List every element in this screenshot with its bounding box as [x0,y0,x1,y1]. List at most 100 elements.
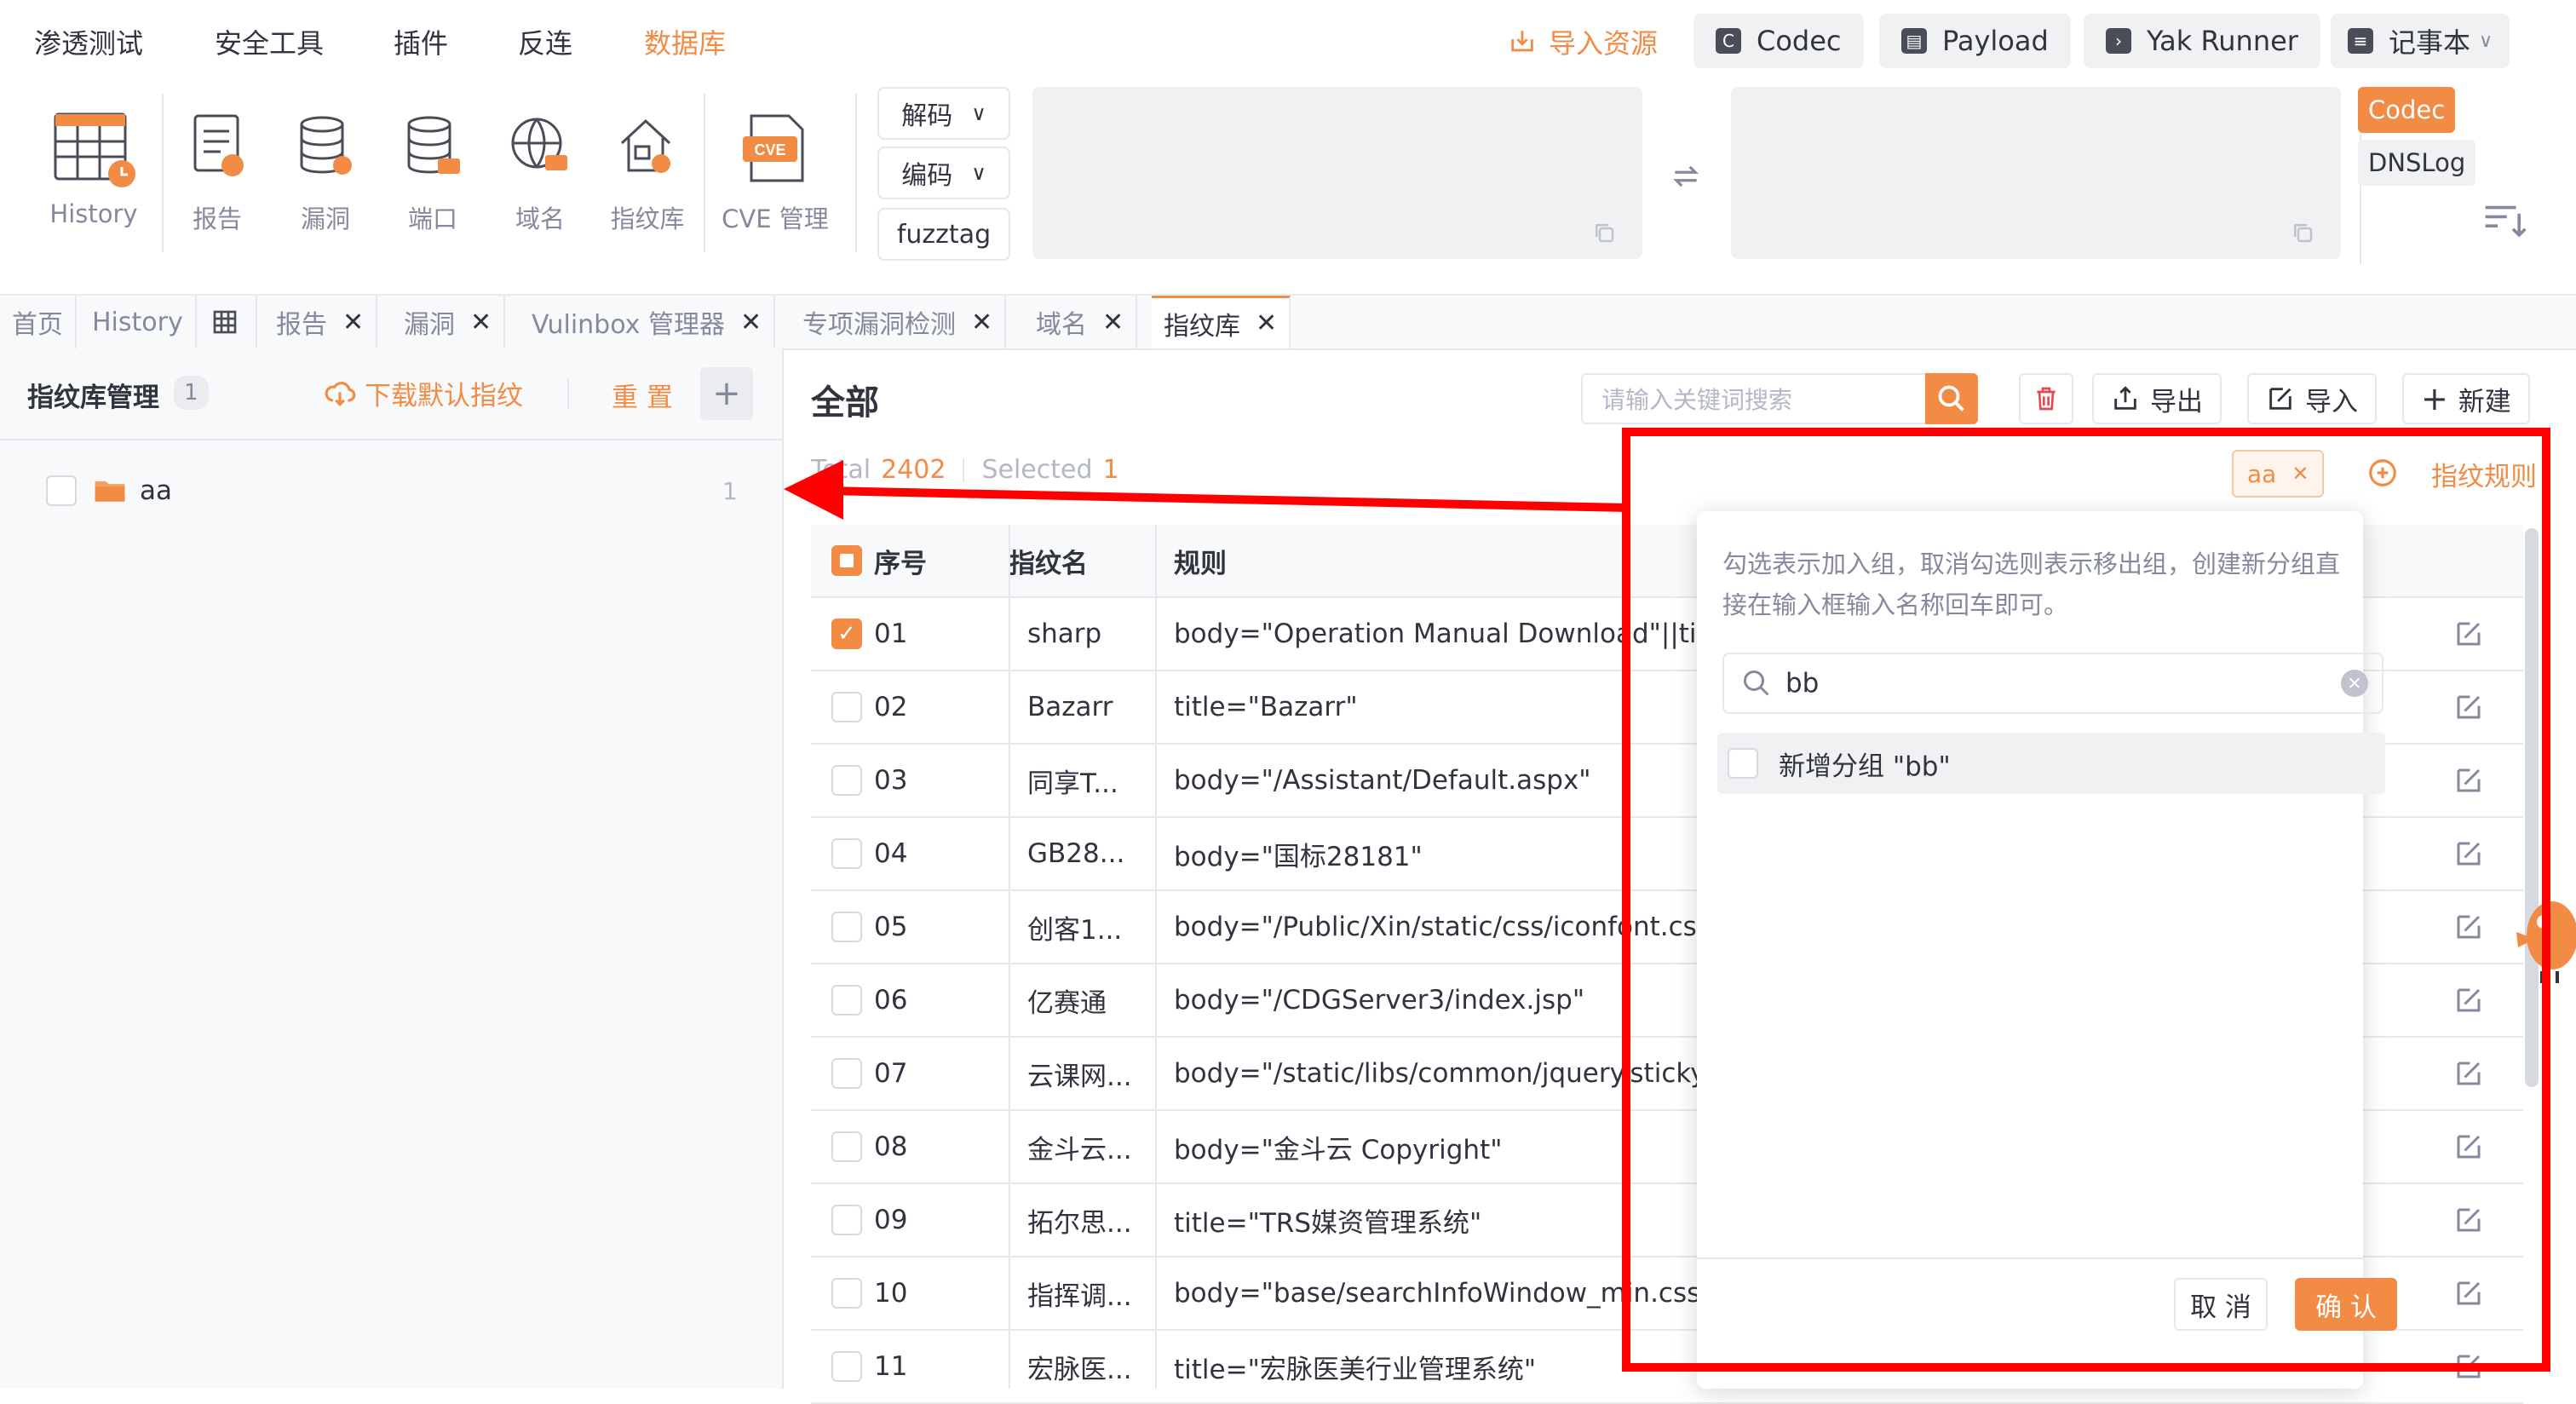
row-fingerprint-name: 创客1... [1027,914,1123,946]
tab-label: Vulinbox 管理器 [532,310,725,340]
globe-icon [511,118,567,170]
close-icon[interactable]: ✕ [740,308,762,337]
new-button[interactable]: + 新建 [2402,373,2530,424]
tool-cve[interactable]: CVE CVE 管理 [716,107,835,235]
codec-input-area[interactable] [1032,87,1642,259]
row-checkbox[interactable] [831,891,862,963]
group-name: aa [140,475,172,506]
column-divider [1009,525,1010,1389]
tab-history[interactable]: History [80,296,197,348]
close-icon[interactable]: ✕ [1256,308,1277,338]
tab-domain[interactable]: 域名 ✕ [1024,296,1138,348]
top-menu-bar: 渗透测试 安全工具 插件 反连 数据库 导入资源 C Codec ▤ Payload… [0,0,2576,85]
history-icon [54,112,135,187]
tab-home[interactable]: 首页 [0,296,77,348]
tab-bar: 首页 History 报告 ✕ 漏洞 ✕ Vulinbox 管理器 ✕ 专项漏洞检测 ✕… [0,294,2576,350]
menu-plugins[interactable]: 插件 [394,22,448,61]
tab-table[interactable] [194,296,257,348]
tool-vuln[interactable]: 漏洞 [274,107,377,235]
tool-domain-label: 域名 [515,204,565,233]
row-fingerprint-name: 云课网... [1027,1061,1132,1092]
import-resources-label: 导入资源 [1549,27,1659,60]
group-item-aa[interactable]: aa 1 [0,461,782,521]
export-button[interactable]: 导出 [2092,373,2222,424]
row-number: 02 [874,692,908,722]
page-title: 全部 [811,383,879,423]
tab-report[interactable]: 报告 ✕ [264,296,378,348]
codec-button[interactable]: C Codec [1693,14,1864,68]
toolbar-divider [855,94,857,252]
tool-port[interactable]: 端口 [382,107,484,235]
row-checkbox[interactable] [831,671,862,743]
row-checkbox[interactable] [831,745,862,816]
swap-arrows-icon[interactable] [1670,160,1702,193]
tool-report[interactable]: 报告 [166,107,268,235]
encode-select[interactable]: 编码 ∨ [877,147,1010,199]
search-button[interactable] [1925,373,1978,424]
tool-history[interactable]: History [43,107,145,228]
codec-output-area[interactable] [1731,87,2341,259]
notepad-button[interactable]: ≡ 记事本 ∨ [2331,14,2510,68]
import-resources-button[interactable]: 导入资源 [1508,22,1658,61]
tool-fingerprint[interactable]: 指纹库 [596,107,699,235]
menu-pentest[interactable]: 渗透测试 [34,22,143,61]
row-checkbox[interactable]: ✓ [831,598,862,670]
import-edit-icon [2269,388,2291,410]
copy-icon[interactable] [2290,220,2315,245]
close-icon[interactable]: ✕ [1102,308,1124,337]
export-icon [2114,386,2136,410]
search-input[interactable]: 请输入关键词搜索 [1581,373,1930,424]
side-tab-codec[interactable]: Codec [2358,87,2456,133]
row-fingerprint-name: Bazarr [1027,692,1113,722]
notepad-label: 记事本 [2389,26,2471,59]
menu-reverse[interactable]: 反连 [518,22,572,61]
select-all-checkbox[interactable] [831,525,862,596]
row-checkbox[interactable] [831,1331,862,1402]
row-checkbox[interactable] [831,1111,862,1182]
tab-special-vuln[interactable]: 专项漏洞检测 ✕ [791,296,1007,348]
cloud-download-icon [325,381,356,406]
tab-label: 首页 [12,310,63,340]
row-number: 04 [874,838,908,869]
menu-database[interactable]: 数据库 [644,22,726,61]
close-icon[interactable]: ✕ [470,308,492,337]
reset-button[interactable]: 重 置 [612,376,673,414]
tab-vulinbox[interactable]: Vulinbox 管理器 ✕ [520,296,776,348]
add-group-button[interactable]: + [700,367,753,420]
panel-header: 指纹库管理 1 下载默认指纹 重 置 + [0,348,782,440]
payload-button[interactable]: ▤ Payload [1879,14,2071,68]
row-fingerprint-name: sharp [1027,619,1102,649]
tab-label: 专项漏洞检测 [802,310,956,340]
decode-label: 解码 [901,101,953,131]
toolbar-divider [162,94,164,252]
tab-fingerprint[interactable]: 指纹库 ✕ [1152,296,1291,348]
row-checkbox[interactable] [831,1184,862,1256]
menu-security-tools[interactable]: 安全工具 [215,22,324,61]
fuzztag-label: fuzztag [896,219,992,250]
delete-button[interactable] [2019,373,2073,424]
cve-badge-text: CVE [754,141,785,158]
row-fingerprint-name: 亿赛通 [1027,987,1107,1019]
row-checkbox[interactable] [831,818,862,889]
tool-domain[interactable]: 域名 [489,107,591,235]
copy-icon[interactable] [1591,220,1617,245]
chevron-down-icon: ∨ [971,161,986,185]
decode-select[interactable]: 解码 ∨ [877,87,1010,140]
import-button[interactable]: 导入 [2247,373,2377,424]
row-checkbox[interactable] [831,1038,862,1109]
close-icon[interactable]: ✕ [971,308,992,337]
yak-runner-button[interactable]: › Yak Runner [2084,14,2320,68]
download-default-label: 下载默认指纹 [365,381,523,411]
row-checkbox[interactable] [831,1257,862,1329]
row-fingerprint-name: GB28... [1027,838,1125,869]
chevron-down-icon: ∨ [971,101,986,125]
side-tab-dnslog[interactable]: DNSLog [2358,140,2476,186]
group-checkbox[interactable] [46,475,77,506]
row-fingerprint-name: 拓尔思... [1027,1207,1132,1239]
download-default-button[interactable]: 下载默认指纹 [324,374,523,412]
row-checkbox[interactable] [831,964,862,1036]
tab-vuln[interactable]: 漏洞 ✕ [392,296,506,348]
sort-icon[interactable] [2482,201,2528,239]
close-icon[interactable]: ✕ [342,308,364,337]
fuzztag-button[interactable]: fuzztag [877,208,1010,261]
